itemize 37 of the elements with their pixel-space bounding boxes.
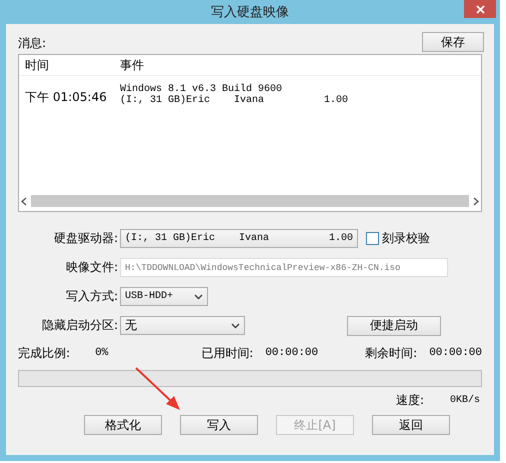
dialog-button[interactable]: 写入	[180, 415, 258, 435]
field-label: 硬盘驱动器:	[52, 230, 119, 247]
stat-value: 00:00:00	[429, 347, 482, 359]
event-text: Windows 8.1 v6.3 Build 9600	[120, 84, 284, 95]
save-button[interactable]: 保存	[422, 32, 484, 52]
field-label: 映像文件:	[64, 259, 119, 276]
quick-boot-button[interactable]: 便捷启动	[347, 316, 441, 336]
dropdown[interactable]: USB-HDD+	[120, 287, 208, 306]
column-header[interactable]: 事件	[120, 56, 144, 74]
messages-label: 消息:	[18, 35, 46, 52]
stat-label: 已用时间:	[200, 344, 254, 362]
speed-value: 0KB/s	[450, 394, 480, 406]
chevron-down-icon	[231, 322, 240, 328]
stat-value: 00:00:00	[265, 347, 318, 359]
field-label: 隐藏启动分区:	[40, 317, 119, 334]
window-title: 写入硬盘映像	[211, 4, 289, 21]
dialog-button[interactable]: 格式化	[84, 415, 162, 435]
scrollbar-thumb[interactable]	[31, 195, 469, 207]
scroll-left-icon[interactable]	[21, 196, 27, 206]
close-icon	[476, 4, 484, 14]
stat-value: 0%	[95, 347, 108, 359]
close-button[interactable]	[464, 0, 496, 18]
event-text: (I:, 31 GB)Eric Ivana 1.00	[120, 95, 348, 106]
scroll-right-icon[interactable]	[473, 196, 479, 206]
stat-label: 完成比例:	[18, 344, 72, 362]
time-cell-text: 下午 01:05:46	[24, 89, 108, 106]
speed-label: 速度:	[396, 392, 424, 408]
checkbox-label: 刻录校验	[382, 230, 430, 247]
checkbox[interactable]	[366, 232, 379, 245]
column-header[interactable]: 时间	[19, 56, 120, 74]
dialog-button[interactable]: 返回	[372, 415, 450, 435]
dropdown[interactable]: 无	[120, 316, 245, 335]
field-label: 写入方式:	[64, 288, 119, 305]
dropdown[interactable]: (I:, 31 GB)Eric Ivana 1.00	[120, 229, 358, 248]
arrow-annotation	[135, 367, 180, 410]
chevron-down-icon	[194, 294, 203, 300]
stat-label: 剩余时间:	[364, 344, 418, 362]
